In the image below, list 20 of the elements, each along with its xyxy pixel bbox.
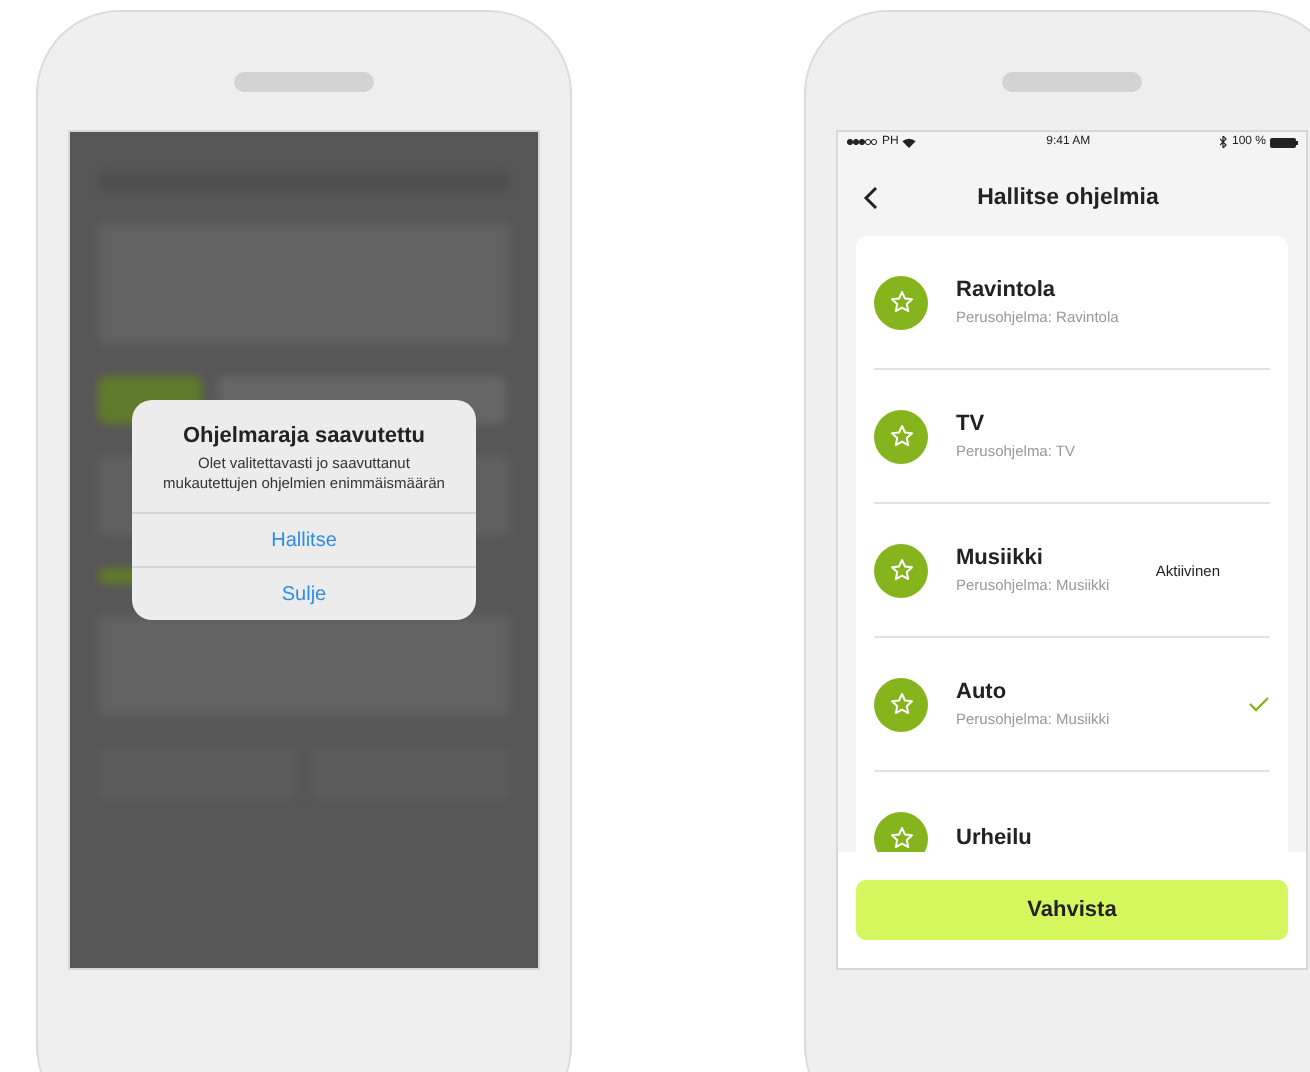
battery-icon — [1270, 137, 1298, 147]
star-icon — [889, 424, 913, 448]
back-button[interactable] — [862, 184, 882, 212]
bluetooth-icon — [1219, 136, 1228, 148]
speaker-icon — [1002, 72, 1142, 92]
speaker-icon — [234, 72, 374, 92]
program-name: Ravintola — [956, 278, 1058, 302]
wifi-icon — [902, 137, 917, 147]
dialog-title: Ohjelmaraja saavutettu — [180, 421, 428, 452]
program-name: Musiikki — [956, 546, 1045, 570]
star-icon — [889, 826, 913, 850]
signal-icon — [846, 138, 878, 146]
program-name: Auto — [956, 680, 1009, 704]
program-name: TV — [956, 412, 987, 436]
star-icon — [889, 290, 913, 314]
confirm-button[interactable]: Vahvista — [856, 880, 1288, 940]
screen-title: Hallitse ohjelmia — [975, 186, 1161, 210]
star-icon — [889, 692, 913, 716]
star-icon — [889, 558, 913, 582]
program-name: Urheilu — [956, 826, 1034, 850]
